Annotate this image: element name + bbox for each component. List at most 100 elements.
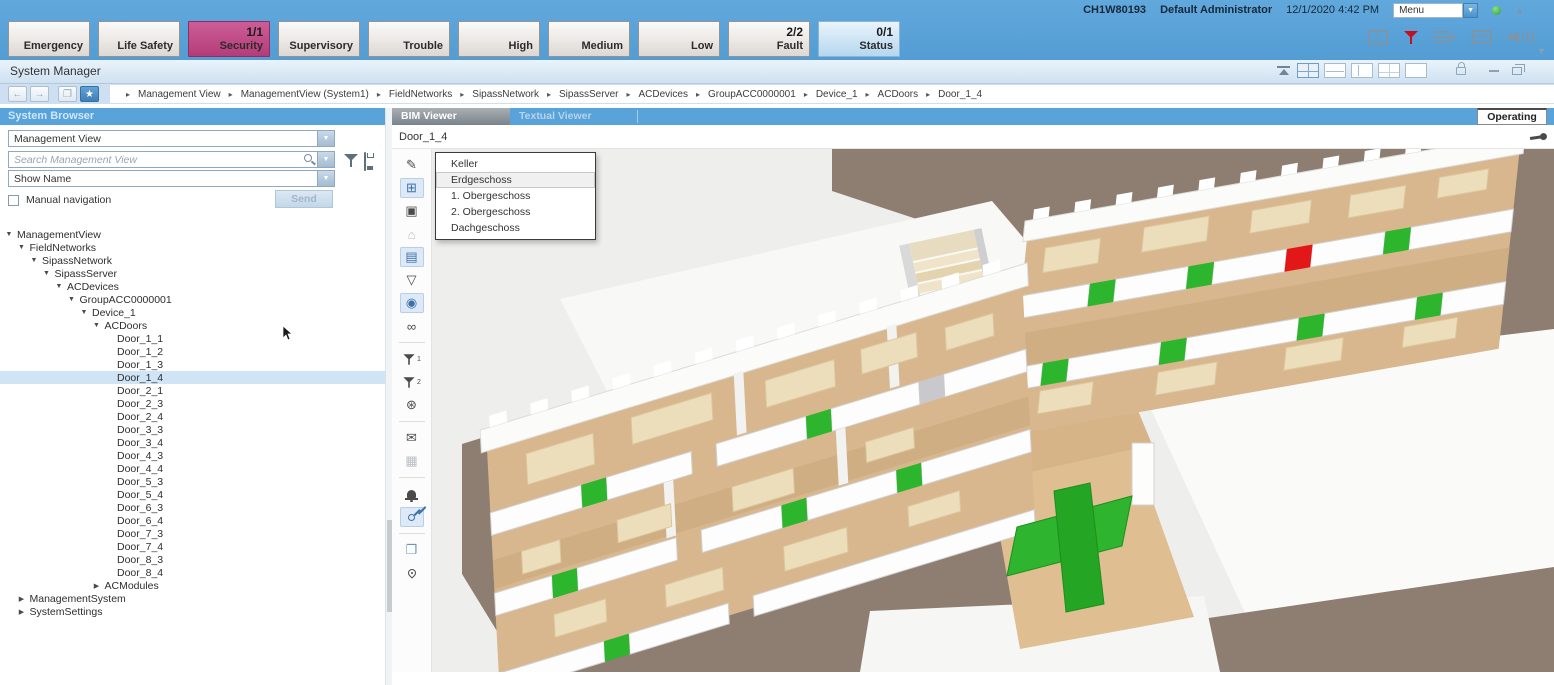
tree-item-fieldnetworks[interactable]: ▼FieldNetworks bbox=[0, 241, 385, 254]
link-icon[interactable]: ∞ bbox=[400, 316, 424, 336]
category-high-button[interactable]: High bbox=[458, 21, 540, 57]
display-mode-selector[interactable]: Show Name ▼ bbox=[8, 170, 335, 187]
expand-bar-icon[interactable]: ▼ bbox=[1537, 46, 1546, 56]
tree-item-door_6_4[interactable]: Door_6_4 bbox=[0, 514, 385, 527]
filter-icon[interactable] bbox=[344, 154, 358, 172]
tree-item-door_2_4[interactable]: Door_2_4 bbox=[0, 410, 385, 423]
bim-3d-scene[interactable] bbox=[432, 149, 1554, 672]
breadcrumb-item[interactable]: ACDoors bbox=[878, 89, 919, 100]
home-icon[interactable]: ⌂ bbox=[400, 224, 424, 244]
tree-item-door_7_3[interactable]: Door_7_3 bbox=[0, 527, 385, 540]
category-supervisory-button[interactable]: Supervisory bbox=[278, 21, 360, 57]
search-icon[interactable] bbox=[304, 154, 312, 162]
bim-3d-drawing[interactable] bbox=[432, 149, 1554, 672]
tree-item-door_5_4[interactable]: Door_5_4 bbox=[0, 488, 385, 501]
minimize-icon[interactable] bbox=[1489, 70, 1499, 72]
tree-item-acdoors[interactable]: ▼ACDoors bbox=[0, 319, 385, 332]
tree-item-managementsystem[interactable]: ▶ManagementSystem bbox=[0, 592, 385, 605]
tree-expanded-icon[interactable]: ▼ bbox=[42, 270, 52, 277]
tree-item-door_3_4[interactable]: Door_3_4 bbox=[0, 436, 385, 449]
tree-item-door_5_3[interactable]: Door_5_3 bbox=[0, 475, 385, 488]
grid-icon[interactable]: ⊞ bbox=[400, 178, 424, 198]
tree-item-door_4_3[interactable]: Door_4_3 bbox=[0, 449, 385, 462]
restore-icon[interactable] bbox=[1512, 67, 1522, 75]
breadcrumb-item[interactable]: FieldNetworks bbox=[389, 89, 452, 100]
category-security-button[interactable]: 1/1Security bbox=[188, 21, 270, 57]
tree-item-sipassserver[interactable]: ▼SipassServer bbox=[0, 267, 385, 280]
pen-icon[interactable]: ✎ bbox=[400, 155, 424, 175]
tree-expanded-icon[interactable]: ▼ bbox=[92, 322, 102, 329]
tree-item-door_6_3[interactable]: Door_6_3 bbox=[0, 501, 385, 514]
back-icon[interactable]: ← bbox=[8, 86, 27, 102]
tab-textual-viewer[interactable]: Textual Viewer bbox=[510, 108, 636, 125]
manual-navigation-checkbox[interactable] bbox=[8, 195, 19, 206]
floor-item-erdgeschoss[interactable]: Erdgeschoss bbox=[436, 172, 595, 188]
event-filter-icon[interactable] bbox=[1404, 31, 1418, 44]
category-status-button[interactable]: 0/1Status bbox=[818, 21, 900, 57]
tree-item-systemsettings[interactable]: ▶SystemSettings bbox=[0, 605, 385, 618]
chevron-down-icon[interactable]: ▼ bbox=[317, 152, 334, 167]
help-monitor-icon[interactable]: ? bbox=[1368, 30, 1388, 45]
tree-item-door_1_3[interactable]: Door_1_3 bbox=[0, 358, 385, 371]
building-icon[interactable]: ▦ bbox=[400, 451, 424, 471]
breadcrumb-item[interactable]: ACDevices bbox=[638, 89, 687, 100]
chevron-down-icon[interactable]: ▼ bbox=[317, 171, 334, 186]
filter-2-icon[interactable]: 2 bbox=[400, 372, 424, 392]
tree-expanded-icon[interactable]: ▼ bbox=[79, 309, 89, 316]
tree-item-groupacc0000001[interactable]: ▼GroupACC0000001 bbox=[0, 293, 385, 306]
layout-split-icon[interactable] bbox=[1378, 63, 1400, 78]
menu-dropdown[interactable]: Menu ▼ bbox=[1393, 3, 1478, 18]
report-icon[interactable]: ❐ bbox=[400, 540, 424, 560]
floor-item-keller[interactable]: Keller bbox=[436, 156, 595, 172]
tree-item-door_1_4[interactable]: Door_1_4 bbox=[0, 371, 385, 384]
tree-item-door_2_1[interactable]: Door_2_1 bbox=[0, 384, 385, 397]
category-fault-button[interactable]: 2/2Fault bbox=[728, 21, 810, 57]
floor-item-dachgeschoss[interactable]: Dachgeschoss bbox=[436, 220, 595, 236]
forward-icon[interactable]: → bbox=[30, 86, 49, 102]
layout-grid-icon[interactable] bbox=[1297, 63, 1319, 78]
breadcrumb-item[interactable]: ManagementView (System1) bbox=[241, 89, 369, 100]
tree-item-door_2_3[interactable]: Door_2_3 bbox=[0, 397, 385, 410]
tree-collapsed-icon[interactable]: ▶ bbox=[17, 608, 27, 616]
operating-mode-button[interactable]: Operating bbox=[1477, 108, 1547, 125]
category-medium-button[interactable]: Medium bbox=[548, 21, 630, 57]
layout-blank-icon[interactable] bbox=[1405, 63, 1427, 78]
tree-item-door_4_4[interactable]: Door_4_4 bbox=[0, 462, 385, 475]
tree-item-door_1_2[interactable]: Door_1_2 bbox=[0, 345, 385, 358]
tree-expanded-icon[interactable]: ▼ bbox=[29, 257, 39, 264]
tree-expanded-icon[interactable]: ▼ bbox=[54, 283, 64, 290]
layout-left-icon[interactable] bbox=[1351, 63, 1373, 78]
tree-item-sipassnetwork[interactable]: ▼SipassNetwork bbox=[0, 254, 385, 267]
filter-1-icon[interactable]: 1 bbox=[400, 349, 424, 369]
collapse-bar-icon[interactable]: ▲ bbox=[1515, 5, 1524, 15]
send-button[interactable]: Send bbox=[275, 190, 333, 208]
category-trouble-button[interactable]: Trouble bbox=[368, 21, 450, 57]
layout-bottom-icon[interactable] bbox=[1324, 63, 1346, 78]
breadcrumb-item[interactable]: Door_1_4 bbox=[938, 89, 982, 100]
tree-item-acmodules[interactable]: ▶ACModules bbox=[0, 579, 385, 592]
search-input[interactable]: Search Management View ▼ bbox=[8, 151, 335, 168]
tree-item-door_8_4[interactable]: Door_8_4 bbox=[0, 566, 385, 579]
save-search-icon[interactable] bbox=[364, 153, 366, 171]
tree-item-managementview[interactable]: ▼ManagementView bbox=[0, 228, 385, 241]
tree-item-acdevices[interactable]: ▼ACDevices bbox=[0, 280, 385, 293]
screen-icon[interactable]: ▣ bbox=[400, 201, 424, 221]
breadcrumb-item[interactable]: Device_1 bbox=[816, 89, 858, 100]
tree-expanded-icon[interactable]: ▼ bbox=[4, 231, 14, 238]
tree-collapsed-icon[interactable]: ▶ bbox=[17, 595, 27, 603]
category-emergency-button[interactable]: Emergency bbox=[8, 21, 90, 57]
lock-icon[interactable] bbox=[1456, 67, 1466, 75]
floor-item-2-obergeschoss[interactable]: 2. Obergeschoss bbox=[436, 204, 595, 220]
tab-bim-viewer[interactable]: BIM Viewer bbox=[392, 108, 510, 125]
pin-icon[interactable] bbox=[1530, 135, 1544, 140]
collapse-icon[interactable] bbox=[1276, 63, 1292, 78]
tree-item-door_1_1[interactable]: Door_1_1 bbox=[0, 332, 385, 345]
location-pin-icon[interactable] bbox=[400, 563, 424, 583]
sound-icon[interactable] bbox=[1508, 29, 1532, 45]
view-cone-icon[interactable]: ▽ bbox=[400, 270, 424, 290]
floor-item-1-obergeschoss[interactable]: 1. Obergeschoss bbox=[436, 188, 595, 204]
zone-icon[interactable]: ⊛ bbox=[400, 395, 424, 415]
favorite-star-icon[interactable]: ★ bbox=[80, 86, 99, 102]
tree-item-door_3_3[interactable]: Door_3_3 bbox=[0, 423, 385, 436]
key-icon[interactable] bbox=[400, 507, 424, 527]
